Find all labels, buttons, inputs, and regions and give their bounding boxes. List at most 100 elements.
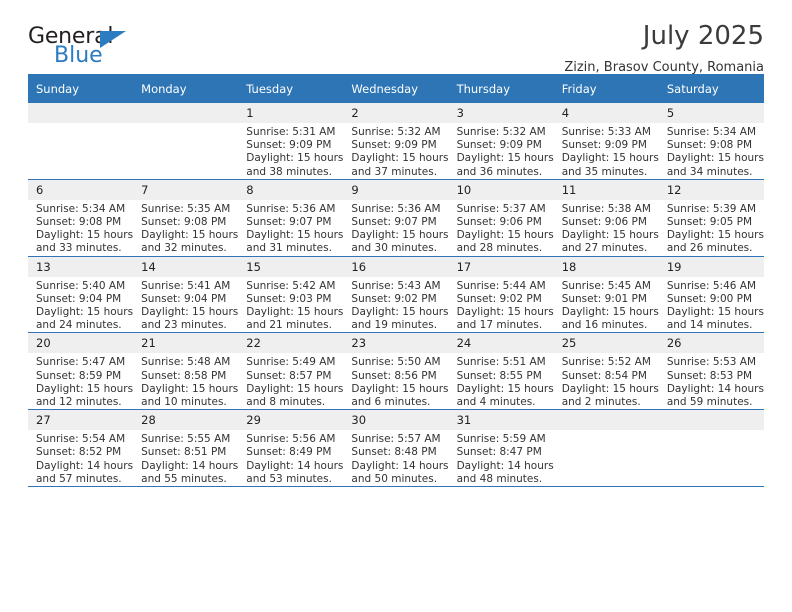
day-cell-20[interactable]: 20 Sunrise: 5:47 AM Sunset: 8:59 PM Dayligh… <box>28 332 134 411</box>
day-detail-line: Sunrise: 5:44 AM <box>456 279 546 292</box>
day-details: Sunrise: 5:36 AM Sunset: 9:07 PM Daylight:… <box>238 200 343 256</box>
day-details: Sunrise: 5:48 AM Sunset: 8:58 PM Daylight:… <box>133 353 238 409</box>
day-number: 14 <box>133 256 239 277</box>
day-detail-line: Sunset: 9:04 PM <box>141 292 227 305</box>
day-detail-line: Daylight: 15 hours <box>351 382 449 395</box>
day-cell-5[interactable]: 5 Sunrise: 5:34 AM Sunset: 9:08 PM Daylight… <box>658 103 764 180</box>
day-detail-line: Sunset: 9:01 PM <box>561 292 647 305</box>
day-detail-line: Sunrise: 5:43 AM <box>351 279 441 292</box>
day-detail-line: Sunrise: 5:40 AM <box>36 279 126 292</box>
day-detail-line: Sunrise: 5:56 AM <box>246 433 336 446</box>
day-number: 20 <box>28 333 134 354</box>
weekday-header-sunday: Sunday <box>28 74 134 103</box>
day-detail-line: and 37 minutes. <box>351 165 438 178</box>
day-detail-line: Daylight: 15 hours <box>246 229 344 242</box>
day-details: Sunrise: 5:59 AM Sunset: 8:47 PM Daylight:… <box>449 430 554 486</box>
day-number: 9 <box>343 179 449 200</box>
day-cell-28[interactable]: 28 Sunrise: 5:55 AM Sunset: 8:51 PM Dayligh… <box>133 409 239 488</box>
day-cell-30[interactable]: 30 Sunrise: 5:57 AM Sunset: 8:48 PM Dayligh… <box>343 409 449 488</box>
day-cell-25[interactable]: 25 Sunrise: 5:52 AM Sunset: 8:54 PM Dayligh… <box>553 332 659 411</box>
day-detail-line: Sunrise: 5:52 AM <box>561 356 651 369</box>
day-number: 23 <box>343 333 449 354</box>
day-details: Sunrise: 5:51 AM Sunset: 8:55 PM Daylight:… <box>449 353 554 409</box>
page-header: General Blue July 2025 Zizin, Brasov Cou… <box>28 0 764 75</box>
day-cell-15[interactable]: 15 Sunrise: 5:42 AM Sunset: 9:03 PM Dayligh… <box>238 256 344 334</box>
day-detail-line: Sunset: 8:55 PM <box>456 369 542 382</box>
day-cell-11[interactable]: 11 Sunrise: 5:38 AM Sunset: 9:06 PM Dayligh… <box>553 179 659 257</box>
day-detail-line: and 38 minutes. <box>246 165 332 178</box>
day-cell-7[interactable]: 7 Sunrise: 5:35 AM Sunset: 9:08 PM Daylight… <box>133 179 239 257</box>
day-number: 26 <box>658 333 764 354</box>
day-detail-line: Sunrise: 5:34 AM <box>36 202 126 215</box>
day-cell-22[interactable]: 22 Sunrise: 5:49 AM Sunset: 8:57 PM Dayligh… <box>238 332 344 411</box>
day-cell-2[interactable]: 2 Sunrise: 5:32 AM Sunset: 9:09 PM Daylight… <box>343 103 449 180</box>
day-detail-line: Sunrise: 5:48 AM <box>141 356 231 369</box>
day-cell-23[interactable]: 23 Sunrise: 5:50 AM Sunset: 8:56 PM Dayligh… <box>343 332 449 411</box>
day-details: Sunrise: 5:42 AM Sunset: 9:03 PM Daylight:… <box>238 277 343 333</box>
calendar-week-row: 1 Sunrise: 5:31 AM Sunset: 9:09 PM Daylight… <box>28 103 764 180</box>
day-number: 30 <box>343 410 449 431</box>
calendar-page: General Blue July 2025 Zizin, Brasov Cou… <box>0 0 792 612</box>
day-cell-21[interactable]: 21 Sunrise: 5:48 AM Sunset: 8:58 PM Dayligh… <box>133 332 239 411</box>
day-detail-line: and 4 minutes. <box>456 396 536 409</box>
day-detail-line: Sunset: 9:08 PM <box>141 216 227 229</box>
day-details: Sunrise: 5:37 AM Sunset: 9:06 PM Daylight:… <box>449 200 554 256</box>
calendar-body: 1 Sunrise: 5:31 AM Sunset: 9:09 PM Daylight… <box>28 103 764 488</box>
day-details <box>28 123 133 126</box>
day-cell-9[interactable]: 9 Sunrise: 5:36 AM Sunset: 9:07 PM Daylight… <box>343 179 449 257</box>
day-cell-8[interactable]: 8 Sunrise: 5:36 AM Sunset: 9:07 PM Daylight… <box>238 179 344 257</box>
weekday-header-wednesday: Wednesday <box>343 74 449 103</box>
day-details: Sunrise: 5:36 AM Sunset: 9:07 PM Daylight:… <box>343 200 448 256</box>
day-cell-14[interactable]: 14 Sunrise: 5:41 AM Sunset: 9:04 PM Dayligh… <box>133 256 239 334</box>
day-detail-line: Daylight: 15 hours <box>456 382 554 395</box>
day-cell-19[interactable]: 19 Sunrise: 5:46 AM Sunset: 9:00 PM Dayligh… <box>658 256 764 334</box>
day-detail-line: and 50 minutes. <box>351 472 438 485</box>
day-details: Sunrise: 5:38 AM Sunset: 9:06 PM Daylight:… <box>554 200 659 256</box>
day-detail-line: Daylight: 14 hours <box>246 459 344 472</box>
day-details: Sunrise: 5:56 AM Sunset: 8:49 PM Daylight:… <box>238 430 343 486</box>
day-details: Sunrise: 5:50 AM Sunset: 8:56 PM Daylight:… <box>343 353 448 409</box>
weekday-header-saturday: Saturday <box>658 74 764 103</box>
day-number: 25 <box>553 333 659 354</box>
day-cell-1[interactable]: 1 Sunrise: 5:31 AM Sunset: 9:09 PM Daylight… <box>238 103 344 180</box>
day-number: 16 <box>343 256 449 277</box>
day-cell-10[interactable]: 10 Sunrise: 5:37 AM Sunset: 9:06 PM Dayligh… <box>448 179 554 257</box>
day-number: 15 <box>238 256 344 277</box>
day-number: 21 <box>133 333 239 354</box>
day-detail-line: and 27 minutes. <box>561 242 648 255</box>
day-detail-line: Daylight: 15 hours <box>456 306 554 319</box>
day-details: Sunrise: 5:35 AM Sunset: 9:08 PM Daylight:… <box>133 200 238 256</box>
day-cell-13[interactable]: 13 Sunrise: 5:40 AM Sunset: 9:04 PM Dayligh… <box>28 256 134 334</box>
day-cell-18[interactable]: 18 Sunrise: 5:45 AM Sunset: 9:01 PM Dayligh… <box>553 256 659 334</box>
day-cell-26[interactable]: 26 Sunrise: 5:53 AM Sunset: 8:53 PM Dayligh… <box>658 332 764 411</box>
day-detail-line: Sunrise: 5:51 AM <box>456 356 546 369</box>
day-detail-line: Daylight: 15 hours <box>141 229 239 242</box>
day-cell-empty <box>28 103 134 180</box>
day-number: 6 <box>28 179 134 200</box>
day-detail-line: Sunrise: 5:38 AM <box>561 202 651 215</box>
day-cell-17[interactable]: 17 Sunrise: 5:44 AM Sunset: 9:02 PM Dayligh… <box>448 256 554 334</box>
day-cell-3[interactable]: 3 Sunrise: 5:32 AM Sunset: 9:09 PM Daylight… <box>448 103 554 180</box>
day-cell-6[interactable]: 6 Sunrise: 5:34 AM Sunset: 9:08 PM Daylight… <box>28 179 134 257</box>
day-detail-line: and 24 minutes. <box>36 319 122 332</box>
day-detail-line: Sunset: 8:49 PM <box>246 446 332 459</box>
day-detail-line: and 33 minutes. <box>36 242 122 255</box>
day-detail-line: Sunrise: 5:33 AM <box>561 126 651 138</box>
day-detail-line: and 30 minutes. <box>351 242 438 255</box>
day-detail-line: Daylight: 14 hours <box>141 459 239 472</box>
day-detail-line: Daylight: 15 hours <box>141 382 239 395</box>
day-cell-24[interactable]: 24 Sunrise: 5:51 AM Sunset: 8:55 PM Dayligh… <box>448 332 554 411</box>
general-blue-logo[interactable]: General Blue <box>28 26 148 70</box>
day-cell-27[interactable]: 27 Sunrise: 5:54 AM Sunset: 8:52 PM Dayligh… <box>28 409 134 488</box>
day-detail-line: Sunset: 8:59 PM <box>36 369 122 382</box>
day-number: 28 <box>133 410 239 431</box>
day-cell-12[interactable]: 12 Sunrise: 5:39 AM Sunset: 9:05 PM Dayligh… <box>658 179 764 257</box>
day-cell-4[interactable]: 4 Sunrise: 5:33 AM Sunset: 9:09 PM Daylight… <box>553 103 659 180</box>
day-detail-line: Sunset: 9:07 PM <box>351 216 437 229</box>
day-cell-16[interactable]: 16 Sunrise: 5:43 AM Sunset: 9:02 PM Dayligh… <box>343 256 449 334</box>
day-cell-29[interactable]: 29 Sunrise: 5:56 AM Sunset: 8:49 PM Dayligh… <box>238 409 344 488</box>
day-detail-line: Sunset: 8:56 PM <box>351 369 437 382</box>
day-cell-31[interactable]: 31 Sunrise: 5:59 AM Sunset: 8:47 PM Dayligh… <box>448 409 554 488</box>
day-number: 8 <box>238 179 344 200</box>
day-detail-line: Daylight: 15 hours <box>456 152 554 165</box>
